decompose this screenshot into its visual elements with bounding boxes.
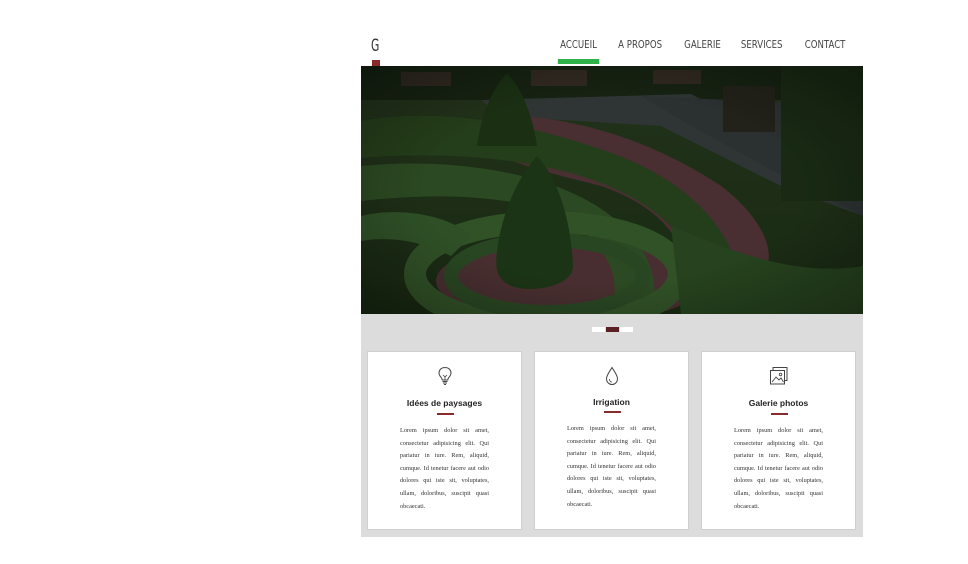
nav-services[interactable]: SERVICES: [737, 38, 786, 52]
nav-contact[interactable]: CONTACT: [801, 38, 849, 52]
logo[interactable]: G: [371, 36, 379, 56]
water-drop-icon: [535, 366, 688, 388]
service-card-ideas: Idées de paysages Lorem ipsum dolor sit …: [367, 351, 522, 530]
service-card-irrigation: Irrigation Lorem ipsum dolor sit amet, c…: [534, 351, 689, 530]
card-text: Lorem ipsum dolor sit amet, consectetur …: [400, 427, 489, 510]
garden-image: [361, 66, 863, 314]
card-text: Lorem ipsum dolor sit amet, consectetur …: [734, 427, 823, 510]
nav-accueil[interactable]: ACCUEIL: [556, 38, 601, 64]
slider-dots: [592, 327, 634, 332]
nav-a-propos[interactable]: A PROPOS: [615, 38, 667, 52]
card-title: Idées de paysages: [406, 398, 483, 408]
header: G ACCUEIL A PROPOS GALERIE SERVICES CONT…: [361, 0, 863, 66]
card-title: Galerie photos: [748, 398, 809, 408]
lightbulb-icon: [368, 366, 521, 388]
card-title-rule: [771, 413, 788, 415]
card-text: Lorem ipsum dolor sit amet, consectetur …: [567, 425, 656, 508]
card-title: Irrigation: [593, 397, 630, 407]
nav-galerie[interactable]: GALERIE: [680, 38, 724, 52]
service-card-gallery: Galerie photos Lorem ipsum dolor sit ame…: [701, 351, 856, 530]
slider-dot-1[interactable]: [592, 327, 605, 332]
hero-slider-image: [361, 66, 863, 314]
card-title-rule: [437, 413, 454, 415]
photo-gallery-icon: [702, 366, 855, 388]
main-nav: ACCUEIL A PROPOS GALERIE SERVICES CONTAC…: [550, 38, 856, 64]
slider-dot-3[interactable]: [620, 327, 633, 332]
slider-dot-2[interactable]: [606, 327, 619, 332]
card-title-rule: [604, 411, 621, 413]
